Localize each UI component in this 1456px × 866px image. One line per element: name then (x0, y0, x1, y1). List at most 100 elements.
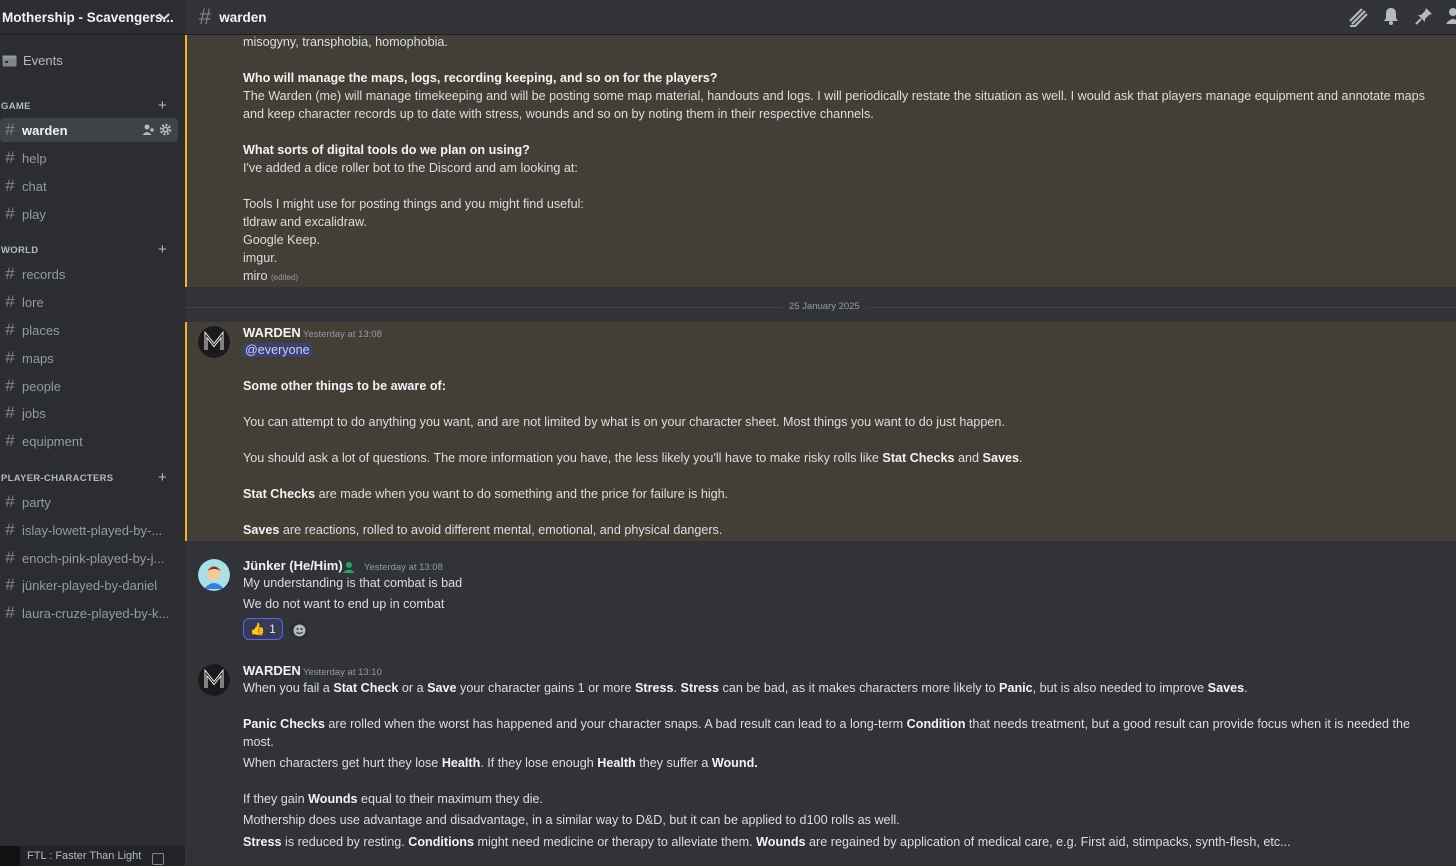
hash-icon: # (5, 603, 15, 622)
message-timestamp: Yesterday at 13:10 (303, 667, 382, 678)
hash-icon: # (5, 520, 15, 539)
channel-sidebar: Mothership - Scavengers... Events GAME +… (0, 0, 185, 866)
popout-icon[interactable] (152, 853, 164, 865)
channel-equipment[interactable]: # equipment (0, 429, 178, 453)
message-author[interactable]: Jünker (He/Him) (243, 558, 343, 573)
message-author[interactable]: WARDEN (243, 663, 301, 678)
channel-play[interactable]: # play (0, 202, 178, 226)
message-text: Stat Checks are made when you want to do… (243, 487, 729, 501)
message-text: What sorts of digital tools do we plan o… (243, 143, 530, 157)
channel-label: laura-cruze-played-by-k... (22, 605, 170, 621)
bold-text: Health (597, 756, 636, 770)
hash-icon: # (199, 4, 212, 29)
message-author[interactable]: WARDEN (243, 325, 301, 340)
text-run: equal to their maximum they die. (357, 792, 544, 806)
events-item[interactable]: Events (0, 50, 63, 70)
calendar-icon (2, 55, 17, 66)
pin-icon[interactable] (1414, 6, 1434, 26)
bold-text: Stat Check (333, 681, 399, 695)
bold-text: Conditions (408, 835, 474, 849)
category-game[interactable]: GAME (1, 101, 31, 112)
server-header[interactable]: Mothership - Scavengers... (0, 0, 185, 34)
mention-everyone[interactable]: @everyone (243, 343, 312, 357)
channel-label: party (22, 494, 51, 510)
voice-status-label: FTL : Faster Than Light (27, 850, 142, 862)
bold-text: Health (441, 756, 481, 770)
members-icon[interactable] (1446, 6, 1456, 26)
message-text: and keep character records up to date wi… (243, 107, 874, 121)
channel-places[interactable]: # places (0, 318, 178, 342)
add-channel-world-button[interactable]: + (158, 242, 167, 257)
message-text: tldraw and excalidraw. (243, 215, 367, 229)
channel-party[interactable]: # party (0, 490, 178, 514)
text-run: . If they lose enough (480, 756, 598, 770)
add-reaction-button[interactable] (290, 621, 308, 639)
channel-maps[interactable]: # maps (0, 346, 178, 370)
message-text: When characters get hurt they lose Healt… (243, 756, 758, 770)
hash-icon: # (5, 492, 15, 511)
hash-icon: # (5, 548, 15, 567)
bold-text: Saves (1207, 681, 1245, 695)
channel-chat[interactable]: # chat (0, 174, 178, 198)
highlighted-message-m1 (185, 322, 1456, 541)
channel-islay-lowett[interactable]: # islay-lowett-played-by-... (0, 518, 178, 542)
message-timestamp: Yesterday at 13:08 (303, 329, 382, 340)
gear-icon[interactable] (159, 123, 172, 136)
text-run: is reduced by resting. (281, 835, 409, 849)
avatar[interactable] (198, 559, 230, 591)
message-text: Panic Checks are rolled when the worst h… (243, 717, 1410, 731)
bold-text: Panic Checks (243, 717, 325, 731)
add-reaction-icon (293, 624, 305, 636)
add-channel-player-characters-button[interactable]: + (158, 470, 167, 485)
hash-icon: # (5, 264, 15, 283)
channel-junker[interactable]: # jünker-played-by-daniel (0, 573, 178, 597)
message-text: Mothership does use advantage and disadv… (243, 813, 900, 827)
channel-label: chat (22, 178, 47, 194)
message-text: Saves are reactions, rolled to avoid dif… (243, 523, 723, 537)
message-text: most. (243, 735, 274, 749)
channel-label: play (22, 206, 46, 222)
threads-icon[interactable] (1347, 6, 1369, 28)
channel-jobs[interactable]: # jobs (0, 401, 178, 425)
channel-people[interactable]: # people (0, 374, 178, 398)
message-text: We do not want to end up in combat (243, 597, 445, 611)
text-run: that needs treatment, but a good result … (965, 717, 1411, 731)
channel-label: records (22, 266, 66, 282)
category-world[interactable]: WORLD (1, 245, 38, 256)
message-text: misogyny, transphobia, homophobia. (243, 35, 448, 49)
message-text: Who will manage the maps, logs, recordin… (243, 71, 718, 85)
channel-help[interactable]: # help (0, 146, 178, 170)
channel-lore[interactable]: # lore (0, 290, 178, 314)
message-timestamp: Yesterday at 13:08 (364, 562, 443, 573)
thumbs-up-icon: 👍 (250, 622, 266, 636)
channel-laura-cruze[interactable]: # laura-cruze-played-by-k... (0, 601, 178, 625)
channel-label: people (22, 378, 62, 394)
voice-status-bar[interactable]: FTL : Faster Than Light (0, 846, 185, 866)
reaction-thumbs-up[interactable]: 👍 1 (243, 618, 283, 640)
hash-icon: # (5, 575, 15, 594)
channel-records[interactable]: # records (0, 262, 178, 286)
category-player-characters[interactable]: PLAYER-CHARACTERS (1, 473, 113, 484)
bold-text: Wounds (308, 792, 358, 806)
add-channel-game-button[interactable]: + (158, 98, 167, 113)
text-run: might need medicine or therapy to allevi… (473, 835, 757, 849)
hash-icon: # (5, 292, 15, 311)
channel-enoch-pink[interactable]: # enoch-pink-played-by-j... (0, 546, 178, 570)
bell-icon[interactable] (1381, 6, 1401, 26)
hash-icon: # (5, 204, 15, 223)
add-user-icon[interactable] (142, 123, 155, 136)
message-text: I've added a dice roller bot to the Disc… (243, 161, 578, 175)
avatar[interactable] (198, 664, 230, 696)
text-run: are rolled when the worst has happened a… (324, 717, 907, 731)
text-run: they suffer a (635, 756, 712, 770)
hash-icon: # (5, 348, 15, 367)
channel-label: equipment (22, 433, 83, 449)
channel-warden[interactable]: # warden (0, 118, 178, 142)
text-run: Mothership does use advantage and disadv… (243, 813, 900, 827)
events-label: Events (23, 52, 63, 68)
message-text: When you fail a Stat Check or a Save you… (243, 681, 1248, 695)
avatar[interactable] (198, 326, 230, 358)
text-run: your character gains 1 or more (456, 681, 636, 695)
channel-label: enoch-pink-played-by-j... (22, 550, 165, 566)
channel-header: # warden (185, 0, 1456, 34)
